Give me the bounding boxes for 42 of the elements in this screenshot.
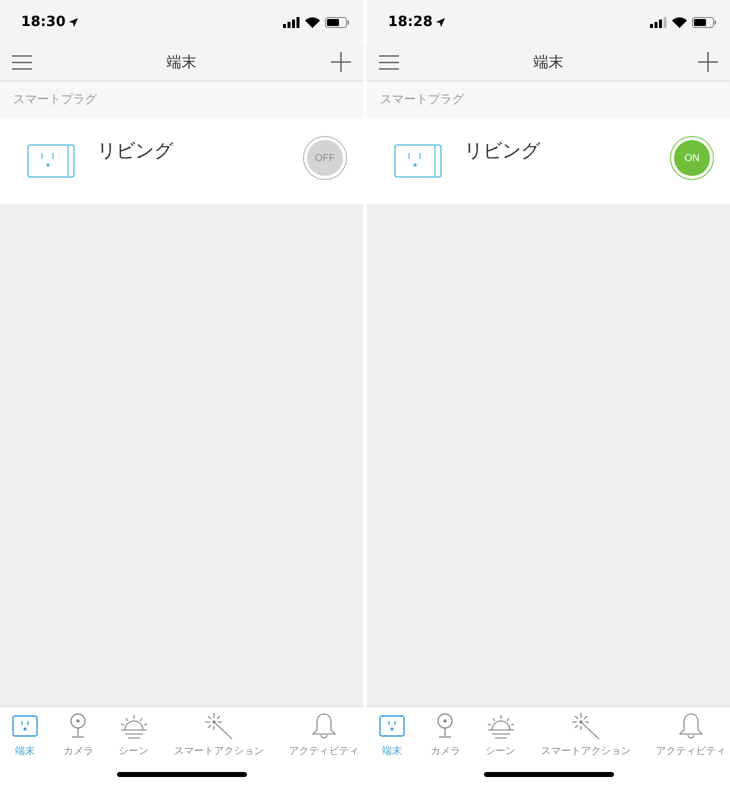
bell-icon — [678, 712, 704, 740]
sunrise-icon — [486, 712, 516, 740]
wifi-icon — [672, 16, 687, 28]
screen-title: 端末 — [166, 52, 196, 72]
section-header: スマートプラグ — [13, 90, 97, 108]
location-arrow-icon — [68, 18, 78, 26]
power-toggle[interactable]: OFF — [303, 136, 347, 180]
tab-item[interactable]: スマートアクション — [174, 712, 264, 758]
wifi-icon — [305, 16, 320, 28]
magic-wand-icon — [570, 712, 601, 740]
camera-icon — [68, 712, 88, 740]
tab-item[interactable]: アクティビティ — [289, 712, 359, 758]
bell-icon — [311, 712, 337, 740]
tab-item[interactable]: 端末 — [12, 712, 38, 758]
status-time: 18:30 — [21, 14, 66, 30]
sunrise-icon — [118, 712, 148, 740]
plug-icon — [394, 144, 442, 178]
signal-icon — [283, 16, 300, 28]
screen-title: 端末 — [534, 52, 564, 72]
signal-icon — [650, 16, 667, 28]
status-time: 18:28 — [388, 14, 433, 30]
device-name[interactable]: リビング — [97, 138, 281, 164]
add-icon[interactable] — [331, 52, 351, 72]
tab-item[interactable]: シーン — [118, 712, 148, 758]
add-icon[interactable] — [698, 52, 718, 72]
menu-icon[interactable] — [12, 54, 32, 70]
tab-item[interactable]: シーン — [486, 712, 516, 758]
tab-item[interactable]: スマートアクション — [540, 712, 631, 758]
battery-icon — [692, 16, 716, 28]
tab-item[interactable]: カメラ — [430, 712, 460, 758]
magic-wand-icon — [204, 712, 234, 740]
device-name[interactable]: リビング — [464, 138, 648, 164]
tab-item[interactable]: アクティビティ — [656, 712, 726, 758]
tab-item[interactable]: カメラ — [63, 712, 94, 758]
camera-icon — [435, 712, 456, 740]
location-arrow-icon — [436, 18, 445, 26]
menu-icon[interactable] — [379, 54, 399, 70]
plug-icon — [27, 144, 75, 178]
power-toggle[interactable]: ON — [670, 136, 714, 180]
battery-icon — [325, 16, 349, 28]
tab-item[interactable]: 端末 — [379, 712, 405, 758]
section-header: スマートプラグ — [380, 90, 464, 108]
